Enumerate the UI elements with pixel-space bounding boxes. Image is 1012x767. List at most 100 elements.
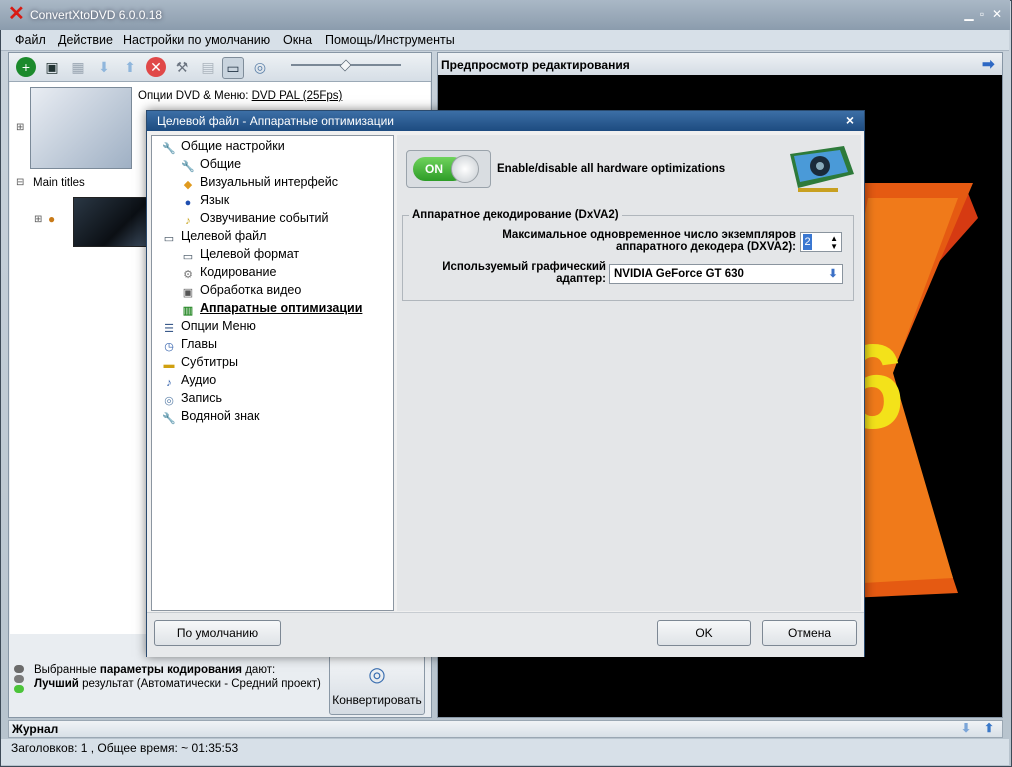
adapter-label: Используемый графический адаптер: — [420, 261, 606, 285]
tree-item-visual-interface[interactable]: ◆ Визуальный интерфейс — [181, 175, 338, 192]
list-icon[interactable]: ▤ — [198, 57, 218, 77]
tree-item-audio[interactable]: ♪ Аудио — [162, 373, 216, 390]
disc-icon: ◎ — [164, 395, 174, 407]
menu-windows[interactable]: Окна — [283, 33, 312, 47]
tree-label: Язык — [200, 193, 230, 207]
tree-item-chapters[interactable]: ◷ Главы — [162, 337, 217, 354]
status-bar: Заголовков: 1 , Общее время: ~ 01:35:53 — [1, 739, 1009, 765]
menu-help-tools[interactable]: Помощь/Инструменты — [325, 33, 455, 47]
tree-item-target-format[interactable]: ▭ Целевой формат — [181, 247, 299, 264]
status-text: результат (Автоматически - Средний проек… — [82, 678, 321, 690]
tree-item-general[interactable]: 🔧 Общие — [181, 157, 241, 174]
tree-item-video-processing[interactable]: ▣ Обработка видео — [181, 283, 302, 300]
tree-label: Аппаратные оптимизации — [200, 301, 363, 315]
menu-file[interactable]: Файл — [15, 33, 46, 47]
forward-arrow-icon[interactable]: ➡ — [982, 55, 995, 73]
globe-icon: ● — [184, 197, 192, 209]
spin-down-icon[interactable]: ▼ — [830, 243, 838, 251]
down-arrow-icon[interactable]: ⬇ — [961, 721, 971, 735]
main-titles-label[interactable]: Main titles — [33, 177, 85, 189]
expand-icon[interactable]: ⊞ — [16, 122, 24, 133]
ok-button[interactable]: OK — [657, 620, 751, 646]
add-icon[interactable]: + — [16, 57, 36, 77]
dialog-close-icon[interactable]: × — [842, 113, 858, 128]
collapse-icon[interactable]: ⊟ — [16, 177, 24, 188]
status-line-1: Выбранные параметры кодирования дают: — [34, 664, 275, 676]
max-instances-spinner[interactable]: 2 ▲ ▼ — [800, 232, 842, 252]
convert-icon: ◎ — [368, 664, 386, 686]
dvd-options-link[interactable]: DVD PAL (25Fps) — [252, 90, 343, 102]
title-icon: ● — [48, 212, 56, 226]
music-icon: ♪ — [166, 377, 172, 389]
hardware-optimizations-toggle[interactable]: ON — [406, 150, 491, 188]
title-thumbnail[interactable] — [73, 197, 155, 247]
tree-label: Водяной знак — [181, 409, 260, 423]
toggle-description: Enable/disable all hardware optimization… — [497, 163, 726, 175]
window-title: ConvertXtoDVD 6.0.0.18 — [30, 8, 163, 22]
grid-icon[interactable]: ▦ — [68, 57, 88, 77]
graphics-adapter-select[interactable]: NVIDIA GeForce GT 630 ⬇ — [609, 264, 843, 284]
dvd-options-label: Опции DVD & Меню: — [138, 90, 249, 102]
adapter-label-line1: Используемый графический — [442, 261, 606, 273]
tree-label: Субтитры — [181, 355, 238, 369]
monitor-icon[interactable]: ▭ — [222, 57, 244, 79]
settings-tree: 🔧 Общие настройки 🔧 Общие ◆ Визуальный инте… — [151, 135, 394, 611]
title-bar: ✕ ConvertXtoDVD 6.0.0.18 ▁ ▫ ✕ — [0, 0, 1010, 30]
max-instances-value: 2 — [803, 234, 812, 250]
max-instances-label: Максимальное одновременное число экземпл… — [440, 229, 796, 253]
tree-item-general-settings[interactable]: 🔧 Общие настройки — [162, 139, 285, 156]
adapter-label-line2: адаптер: — [556, 273, 606, 285]
tree-label: Кодирование — [200, 265, 277, 279]
close-icon[interactable]: ✕ — [988, 6, 1006, 22]
dialog-title: Целевой файл - Аппаратные оптимизации — [157, 114, 394, 128]
tree-label: Обработка видео — [200, 283, 302, 297]
gear-icon: ⚙ — [183, 269, 193, 281]
tree-item-menu-options[interactable]: ☰ Опции Меню — [162, 319, 256, 336]
tree-item-event-sounds[interactable]: ♪ Озвучивание событий — [181, 211, 329, 228]
video-icon: ▣ — [182, 287, 194, 299]
tree-item-burning[interactable]: ◎ Запись — [162, 391, 222, 408]
dvd-menu-thumbnail[interactable] — [30, 87, 132, 169]
toolbar: + ▣ ▦ ⬇ ⬆ ✕ ⚒ ▤ ▭ ◎ — [9, 53, 431, 82]
clock-icon: ◷ — [164, 341, 174, 353]
adapter-value: NVIDIA GeForce GT 630 — [614, 268, 744, 280]
down-arrow-icon[interactable]: ⬇ — [94, 57, 114, 77]
journal-bar[interactable]: Журнал ⬇ ⬆ — [8, 720, 1003, 738]
tree-item-target-file[interactable]: ▭ Целевой файл — [162, 229, 267, 246]
tools-icon[interactable]: ⚒ — [172, 57, 192, 77]
tree-item-hardware-optimizations[interactable]: ▥ Аппаратные оптимизации — [181, 301, 363, 318]
tree-item-language[interactable]: ● Язык — [181, 193, 230, 210]
up-arrow-icon[interactable]: ⬆ — [984, 721, 994, 735]
dialog-content — [397, 135, 861, 611]
tree-item-subtitles[interactable]: ▬ Субтитры — [162, 355, 238, 372]
preview-title: Предпросмотр редактирования — [441, 58, 630, 72]
monitor-icon: ▭ — [163, 233, 175, 245]
up-arrow-icon[interactable]: ⬆ — [120, 57, 140, 77]
tree-item-encoding[interactable]: ⚙ Кодирование — [181, 265, 276, 282]
dvd-options-line: Опции DVD & Меню: DVD PAL (25Fps) — [138, 90, 342, 102]
tree-label: Опции Меню — [181, 319, 256, 333]
default-button[interactable]: По умолчанию — [154, 620, 281, 646]
cancel-button[interactable]: Отмена — [762, 620, 857, 646]
status-text: дают: — [245, 664, 276, 676]
convert-label: Конвертировать — [332, 693, 422, 707]
menu-bar: Файл Действие Настройки по умолчанию Окн… — [1, 30, 1009, 51]
expand-title-icon[interactable]: ⊞ — [34, 214, 42, 225]
convert-button[interactable]: ◎ Конвертировать — [329, 655, 425, 715]
palette-icon: ◆ — [183, 179, 193, 191]
delete-icon[interactable]: ✕ — [146, 57, 166, 77]
monitor-icon: ▭ — [182, 251, 194, 263]
tree-label: Озвучивание событий — [200, 211, 329, 225]
tree-label: Целевой формат — [200, 247, 300, 261]
tree-label: Запись — [181, 391, 223, 405]
chevron-down-icon[interactable]: ⬇ — [826, 267, 840, 281]
graphics-card-icon — [790, 146, 854, 192]
menu-default-settings[interactable]: Настройки по умолчанию — [123, 33, 270, 47]
tree-label: Общие настройки — [181, 139, 285, 153]
menu-action[interactable]: Действие — [58, 33, 113, 47]
save-icon[interactable]: ▣ — [42, 57, 62, 77]
disc-icon[interactable]: ◎ — [250, 57, 270, 77]
max-instances-label-line1: Максимальное одновременное число экземпл… — [502, 229, 796, 241]
status-bold: Лучший — [34, 678, 79, 690]
tree-item-watermark[interactable]: 🔧 Водяной знак — [162, 409, 259, 426]
